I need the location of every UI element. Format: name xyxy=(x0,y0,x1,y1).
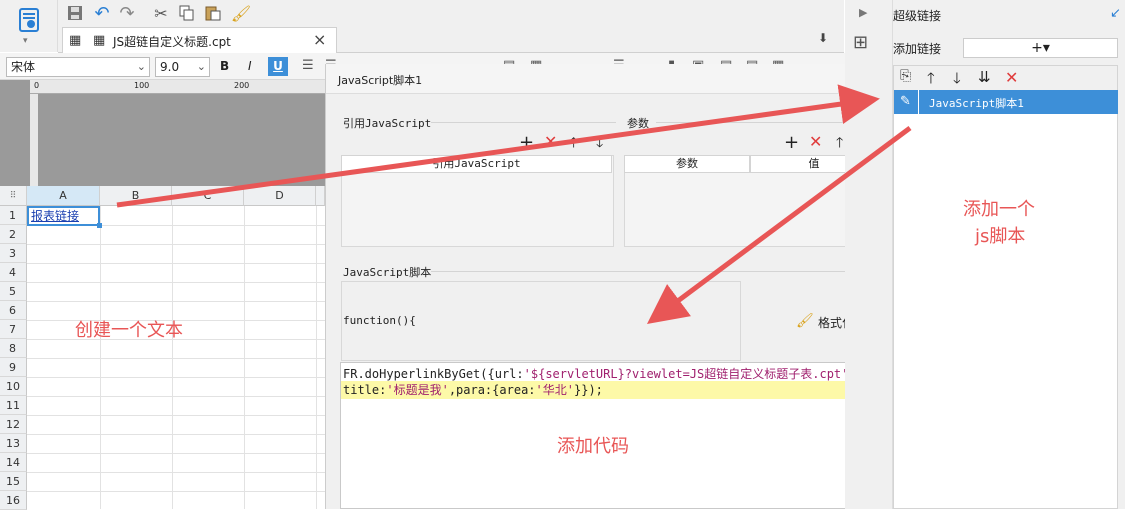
add-param-icon[interactable]: + xyxy=(784,132,799,153)
move-down-icon[interactable]: 🡓 xyxy=(596,132,603,156)
code-line-1: FR.doHyperlinkByGet({url:'${servletURL}?… xyxy=(343,367,856,381)
add-link-label: 添加链接 xyxy=(893,42,942,56)
bold-button[interactable]: B xyxy=(220,59,229,73)
column-header-c[interactable]: C xyxy=(172,186,244,206)
params-label: 参数 xyxy=(627,117,649,130)
save-icon[interactable] xyxy=(64,2,86,24)
font-size-value: 9.0 xyxy=(160,60,180,74)
ruler-area xyxy=(0,80,325,186)
cell-a1[interactable]: 报表链接 xyxy=(27,206,100,226)
column-header-d[interactable]: D xyxy=(244,186,316,206)
script-label: JavaScript脚本 xyxy=(343,266,432,279)
delete-icon[interactable]: ✕ xyxy=(544,132,557,151)
cell-attribute-icon[interactable]: ⊞ xyxy=(853,32,868,53)
move-up-param-icon[interactable]: 🡑 xyxy=(836,132,843,156)
file-icon: ▦ xyxy=(93,33,106,48)
undo-icon[interactable]: ↶ xyxy=(91,2,113,24)
chevron-right-icon[interactable]: ▶ xyxy=(859,6,867,19)
vertical-ruler xyxy=(30,94,38,186)
ref-js-label: 引用JavaScript xyxy=(343,117,432,130)
ruler-tick-label: 0 xyxy=(34,81,40,90)
code-line-2: title:'标题是我',para:{area:'华北'}}); xyxy=(341,381,876,399)
font-name-select[interactable]: 宋体 ⌄ xyxy=(6,57,150,77)
delete-param-icon[interactable]: ✕ xyxy=(809,132,822,151)
row-header[interactable]: 12 xyxy=(0,415,27,434)
link-list-item-label: JavaScript脚本1 xyxy=(929,97,1024,110)
row-header[interactable]: 5 xyxy=(0,282,27,301)
tab-bar: ▦ ▦ JS超链自定义标题.cpt × ⬇ xyxy=(58,27,844,53)
expand-icon[interactable]: ↙ xyxy=(1110,6,1121,21)
annotation-add-js-line2: js脚本 xyxy=(975,226,1026,247)
main-toolbar: ↶ ↷ ✂ 🖌 xyxy=(58,0,844,27)
move-up-icon[interactable]: 🡑 xyxy=(570,132,577,156)
row-header[interactable]: 11 xyxy=(0,396,27,415)
column-header-e[interactable] xyxy=(316,186,325,206)
row-header[interactable]: 7 xyxy=(0,320,27,339)
spreadsheet-grid: ⠿ A B C D 1 2 3 4 5 6 7 8 9 10 11 12 13 … xyxy=(0,186,325,510)
format-code-icon[interactable]: 🖌 xyxy=(796,313,814,329)
panel-strip: ▶ ⊞ xyxy=(845,0,893,509)
fill-handle[interactable] xyxy=(97,223,102,228)
underline-button[interactable]: U xyxy=(268,57,288,76)
column-header-a[interactable]: A xyxy=(27,186,100,206)
row-header[interactable]: 3 xyxy=(0,244,27,263)
horizontal-ruler: 0 100 200 xyxy=(30,80,325,94)
panel-title: 超级链接 xyxy=(893,9,942,23)
italic-button[interactable]: I xyxy=(248,59,252,73)
row-header[interactable]: 6 xyxy=(0,301,27,320)
collapse-icon[interactable]: ⬇ xyxy=(818,31,828,45)
delete-link-icon[interactable]: ✕ xyxy=(1005,68,1018,87)
redo-icon[interactable]: ↷ xyxy=(116,2,138,24)
tab-close-button[interactable]: × xyxy=(313,30,326,49)
paste-icon[interactable] xyxy=(202,2,224,24)
params-header-name: 参数 xyxy=(624,155,750,173)
function-signature: function(){ xyxy=(343,314,416,327)
row-header[interactable]: 2 xyxy=(0,225,27,244)
report-icon[interactable] xyxy=(16,6,42,34)
sort-icon[interactable]: ⇊ xyxy=(978,68,991,86)
annotation-create-text: 创建一个文本 xyxy=(75,320,183,341)
align-left-icon[interactable]: ☰ xyxy=(302,58,314,73)
font-name-value: 宋体 xyxy=(11,60,36,74)
ruler-tick-label: 100 xyxy=(134,81,150,90)
link-list xyxy=(893,90,1118,509)
row-header[interactable]: 1 xyxy=(0,206,27,225)
dialog-title: JavaScript脚本1 xyxy=(326,64,894,94)
cell-a1-text: 报表链接 xyxy=(31,209,80,223)
row-header[interactable]: 15 xyxy=(0,472,27,491)
copy-icon[interactable] xyxy=(176,2,198,24)
format-painter-icon[interactable]: 🖌 xyxy=(230,2,252,24)
annotation-add-code: 添加代码 xyxy=(557,436,629,457)
row-header[interactable]: 14 xyxy=(0,453,27,472)
font-size-select[interactable]: 9.0 ⌄ xyxy=(155,57,210,77)
column-header-b[interactable]: B xyxy=(100,186,172,206)
copy-link-icon[interactable]: ⎘ xyxy=(900,68,911,84)
annotation-add-js-line1: 添加一个 xyxy=(963,199,1035,220)
row-header[interactable]: 9 xyxy=(0,358,27,377)
row-header[interactable]: 8 xyxy=(0,339,27,358)
tab-title: JS超链自定义标题.cpt xyxy=(113,35,231,49)
row-header[interactable]: 4 xyxy=(0,263,27,282)
row-header[interactable]: 16 xyxy=(0,491,27,510)
corner-cell[interactable]: ⠿ xyxy=(0,186,27,206)
grid-icon: ▦ xyxy=(69,33,82,48)
chevron-down-icon: ⌄ xyxy=(196,60,206,73)
add-link-button[interactable]: +▾ xyxy=(963,38,1118,58)
link-list-item[interactable]: ✎ JavaScript脚本1 xyxy=(894,90,1118,114)
edit-icon[interactable]: ✎ xyxy=(900,94,911,109)
ruler-tick-label: 200 xyxy=(234,81,250,90)
chevron-down-icon[interactable]: ▾ xyxy=(23,36,28,46)
chevron-down-icon: ⌄ xyxy=(136,60,146,73)
cut-icon[interactable]: ✂ xyxy=(150,2,172,24)
row-header[interactable]: 10 xyxy=(0,377,27,396)
row-header[interactable]: 13 xyxy=(0,434,27,453)
add-link-button-label: +▾ xyxy=(1031,40,1050,56)
file-tab[interactable]: ▦ ▦ JS超链自定义标题.cpt × xyxy=(62,27,337,53)
add-icon[interactable]: + xyxy=(519,132,534,153)
ref-js-header: 引用JavaScript xyxy=(341,155,612,173)
left-toolbar: ▾ xyxy=(0,0,58,52)
